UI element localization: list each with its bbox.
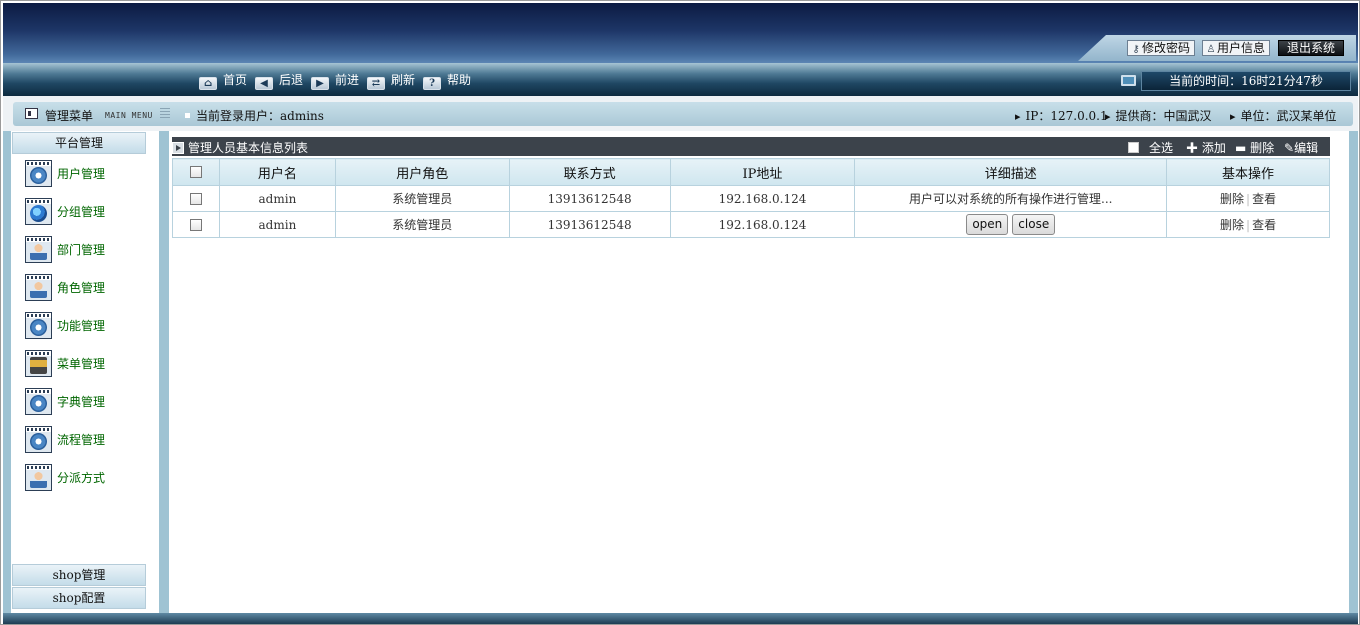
select-all-button[interactable]: 全选 bbox=[1128, 139, 1173, 156]
panel-title: 管理人员基本信息列表 bbox=[172, 139, 308, 156]
pencil-icon: ✎ bbox=[1284, 141, 1295, 155]
row-checkbox-cell bbox=[172, 211, 220, 238]
home-button[interactable]: ⌂ 首页 bbox=[199, 73, 247, 90]
add-button[interactable]: ✚ 添加 bbox=[1186, 139, 1226, 156]
trash-icon: ▬ bbox=[1235, 141, 1251, 155]
login-user: 当前登录用户：admins bbox=[185, 107, 324, 124]
user-info-button[interactable]: ♙ 用户信息 bbox=[1202, 40, 1271, 56]
header-checkbox[interactable] bbox=[189, 166, 202, 178]
globe-icon bbox=[25, 198, 52, 225]
logout-button[interactable]: 退出系统 bbox=[1278, 40, 1345, 56]
row-checkbox[interactable] bbox=[189, 193, 202, 205]
row-checkbox-cell bbox=[172, 185, 220, 212]
separator: | bbox=[1246, 192, 1251, 206]
user-icon: ♙ bbox=[1206, 44, 1216, 55]
row-delete-link[interactable]: 删除 bbox=[1220, 192, 1244, 206]
menu-icon bbox=[25, 350, 52, 377]
role-cell: 系统管理员 bbox=[334, 185, 510, 212]
admin-table: 用户名 用户角色 联系方式 IP地址 详细描述 基本操作 admin 系统管理员… bbox=[172, 158, 1330, 238]
menu-panel-icon bbox=[25, 108, 38, 119]
operations-cell: 删除 | 查看 bbox=[1166, 211, 1330, 238]
select-all-checkbox-icon bbox=[1128, 142, 1139, 153]
person-icon bbox=[25, 236, 52, 263]
separator: | bbox=[1246, 218, 1251, 232]
column-header: IP地址 bbox=[669, 158, 856, 186]
row-view-link[interactable]: 查看 bbox=[1252, 218, 1276, 232]
help-button[interactable]: ? 帮助 bbox=[423, 73, 471, 90]
username-cell: admin bbox=[218, 185, 336, 212]
unit-info: 单位：武汉某单位 bbox=[1230, 107, 1337, 124]
footer-bar bbox=[3, 613, 1358, 624]
description-cell: open close bbox=[854, 211, 1168, 238]
table-row: admin 系统管理员 13913612548 192.168.0.124 用户… bbox=[172, 185, 1330, 212]
menu-subtitle: MAIN MENU bbox=[105, 111, 153, 120]
refresh-icon: ⇄ bbox=[367, 77, 385, 90]
open-button[interactable]: open bbox=[966, 214, 1009, 235]
operations-cell: 删除 | 查看 bbox=[1166, 185, 1330, 212]
row-delete-link[interactable]: 删除 bbox=[1220, 218, 1244, 232]
home-icon: ⌂ bbox=[199, 77, 217, 90]
provider-info: 提供商：中国武汉 bbox=[1105, 107, 1212, 124]
play-icon bbox=[172, 142, 184, 154]
nav-toolbar: ⌂ 首页 ◀ 后退 ▶ 前进 ⇄ 刷新 ? 帮助 当前的时间：16时21分47秒 bbox=[3, 63, 1358, 96]
column-header: 联系方式 bbox=[508, 158, 671, 186]
header-checkbox-cell bbox=[172, 158, 220, 186]
contact-cell: 13913612548 bbox=[508, 211, 671, 238]
back-button[interactable]: ◀ 后退 bbox=[255, 73, 303, 90]
change-password-button[interactable]: ⚷ 修改密码 bbox=[1127, 40, 1196, 56]
key-icon: ⚷ bbox=[1132, 44, 1140, 55]
column-header: 用户名 bbox=[218, 158, 336, 186]
info-bar: 管理菜单 MAIN MENU 当前登录用户：admins IP：127.0.0.… bbox=[3, 96, 1358, 131]
sidebar-section-shop-management[interactable]: shop管理 bbox=[12, 564, 146, 586]
edit-button[interactable]: ✎编辑 bbox=[1284, 139, 1318, 156]
gear-icon bbox=[25, 388, 52, 415]
delete-button[interactable]: ▬ 删除 bbox=[1235, 139, 1274, 156]
refresh-button[interactable]: ⇄ 刷新 bbox=[367, 73, 415, 90]
row-view-link[interactable]: 查看 bbox=[1252, 192, 1276, 206]
arrow-right-icon: ▶ bbox=[311, 77, 329, 90]
column-header: 详细描述 bbox=[854, 158, 1168, 186]
column-header: 用户角色 bbox=[334, 158, 510, 186]
gear-icon bbox=[25, 426, 52, 453]
column-header: 基本操作 bbox=[1166, 158, 1330, 186]
username-cell: admin bbox=[218, 211, 336, 238]
ip-cell: 192.168.0.124 bbox=[669, 211, 856, 238]
contact-cell: 13913612548 bbox=[508, 185, 671, 212]
ip-cell: 192.168.0.124 bbox=[669, 185, 856, 212]
sidebar-section-platform[interactable]: 平台管理 bbox=[12, 132, 146, 154]
ip-info: IP：127.0.0.1 bbox=[1015, 107, 1108, 124]
description-cell: 用户可以对系统的所有操作进行管理... bbox=[854, 185, 1168, 212]
arrow-left-icon: ◀ bbox=[255, 77, 273, 90]
panel-header: 管理人员基本信息列表 全选 ✚ 添加 ▬ 删除 ✎编辑 bbox=[172, 137, 1330, 156]
person-icon bbox=[25, 464, 52, 491]
table-header-row: 用户名 用户角色 联系方式 IP地址 详细描述 基本操作 bbox=[172, 158, 1330, 186]
menu-title: 管理菜单 bbox=[45, 109, 94, 123]
role-cell: 系统管理员 bbox=[334, 211, 510, 238]
monitor-icon bbox=[1121, 75, 1136, 86]
gear-icon bbox=[25, 160, 52, 187]
person-icon bbox=[25, 274, 52, 301]
menu-toggle-icon[interactable] bbox=[160, 108, 170, 119]
forward-button[interactable]: ▶ 前进 bbox=[311, 73, 359, 90]
help-icon: ? bbox=[423, 77, 441, 90]
row-checkbox[interactable] bbox=[189, 219, 202, 231]
gear-icon bbox=[25, 312, 52, 339]
app-window: ⚷ 修改密码 ♙ 用户信息 退出系统 ⌂ 首页 ◀ 后退 ▶ 前进 ⇄ 刷新 ? 帮助 当前的… bbox=[0, 0, 1360, 625]
plus-icon: ✚ bbox=[1186, 141, 1202, 155]
table-row: admin 系统管理员 13913612548 192.168.0.124 op… bbox=[172, 211, 1330, 238]
current-time: 当前的时间：16时21分47秒 bbox=[1141, 71, 1351, 91]
info-bar-inner: 管理菜单 MAIN MENU 当前登录用户：admins IP：127.0.0.… bbox=[13, 102, 1353, 126]
sidebar-section-shop-config[interactable]: shop配置 bbox=[12, 587, 146, 609]
close-button[interactable]: close bbox=[1012, 214, 1056, 235]
